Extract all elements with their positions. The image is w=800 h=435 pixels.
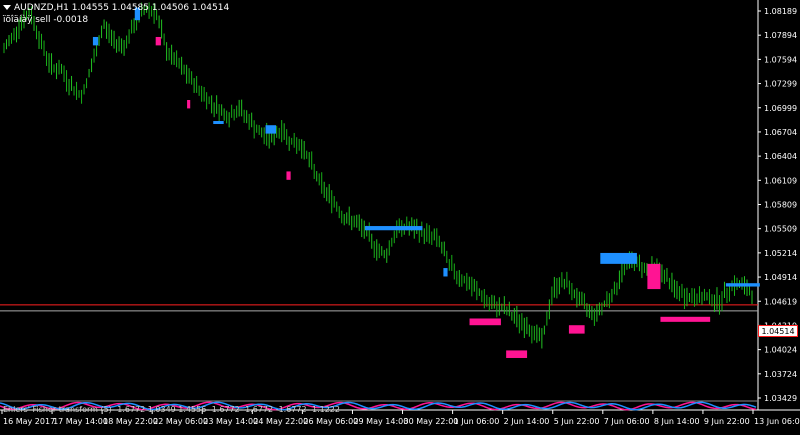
y-tick-label: 1.07894	[764, 31, 797, 40]
y-tick-label: 1.04619	[764, 297, 797, 306]
price-chart[interactable]: 1.08189 1.07894 1.07594 1.07299 1.06999 1.067…	[0, 0, 800, 431]
bear-block	[568, 325, 585, 334]
x-tick-label: 5 Jun 22:00	[554, 417, 600, 426]
bear-block	[286, 171, 291, 180]
bear-block	[187, 100, 191, 109]
x-tick-label: 30 May 22:00	[404, 417, 459, 426]
indicator-label: Ehlers' Fisher transform (5) -1.6772 1.0…	[3, 405, 340, 414]
x-tick-label: 22 May 06:00	[153, 417, 208, 426]
bull-block	[92, 36, 99, 46]
x-tick-label: 26 May 06:00	[303, 417, 358, 426]
current-price-tag: 1.04514	[758, 325, 798, 337]
x-tick-label: 13 Jun 06:00	[754, 417, 800, 426]
signal-header: ïõîäíàÿ sell -0.0018	[3, 15, 89, 25]
bull-block	[725, 283, 760, 287]
y-tick-label: 1.07594	[764, 55, 797, 64]
x-tick-label: 8 Jun 14:00	[654, 417, 700, 426]
x-tick-label: 2 Jun 14:00	[504, 417, 550, 426]
x-tick-label: 17 May 14:00	[53, 417, 108, 426]
x-tick-label: 16 May 2017	[3, 417, 55, 426]
bull-block	[443, 268, 448, 277]
x-tick-label: 1 Jun 06:00	[454, 417, 500, 426]
y-tick-label: 1.06999	[764, 104, 797, 113]
bull-block	[265, 125, 276, 134]
y-tick-label: 1.03429	[764, 394, 797, 403]
chart-window[interactable]: 1.08189 1.07894 1.07594 1.07299 1.06999 1.067…	[0, 0, 800, 431]
bull-block	[600, 252, 637, 264]
x-tick-label: 18 May 22:00	[103, 417, 158, 426]
x-tick-label: 23 May 14:00	[203, 417, 258, 426]
bull-block	[364, 226, 423, 231]
y-tick-label: 1.05214	[764, 249, 797, 258]
bear-block	[506, 350, 528, 358]
y-tick-label: 1.07299	[764, 80, 797, 89]
symbol-header: AUDNZD,H1 1.04555 1.04585 1.04506 1.0451…	[3, 3, 229, 13]
y-tick-label: 1.05509	[764, 225, 797, 234]
dropdown-triangle-icon[interactable]	[3, 5, 11, 10]
y-tick-label: 1.06704	[764, 128, 797, 137]
y-tick-label: 1.06404	[764, 152, 797, 161]
y-tick-label: 1.04024	[764, 346, 797, 355]
bear-block	[469, 318, 501, 326]
y-tick-label: 1.05809	[764, 201, 797, 210]
y-tick-label: 1.06109	[764, 176, 797, 185]
bear-block	[660, 316, 711, 322]
y-tick-label: 1.08189	[764, 7, 797, 16]
x-tick-label: 24 May 22:00	[253, 417, 308, 426]
symbol-header-text: AUDNZD,H1 1.04555 1.04585 1.04506 1.0451…	[14, 3, 230, 13]
y-tick-label: 1.04914	[764, 273, 797, 282]
bear-block	[155, 36, 161, 46]
bear-block	[647, 263, 661, 290]
x-tick-label: 7 Jun 06:00	[604, 417, 650, 426]
y-tick-label: 1.03724	[764, 370, 797, 379]
x-tick-label: 29 May 14:00	[353, 417, 408, 426]
bull-block	[213, 121, 224, 125]
x-tick-label: 9 Jun 22:00	[704, 417, 750, 426]
